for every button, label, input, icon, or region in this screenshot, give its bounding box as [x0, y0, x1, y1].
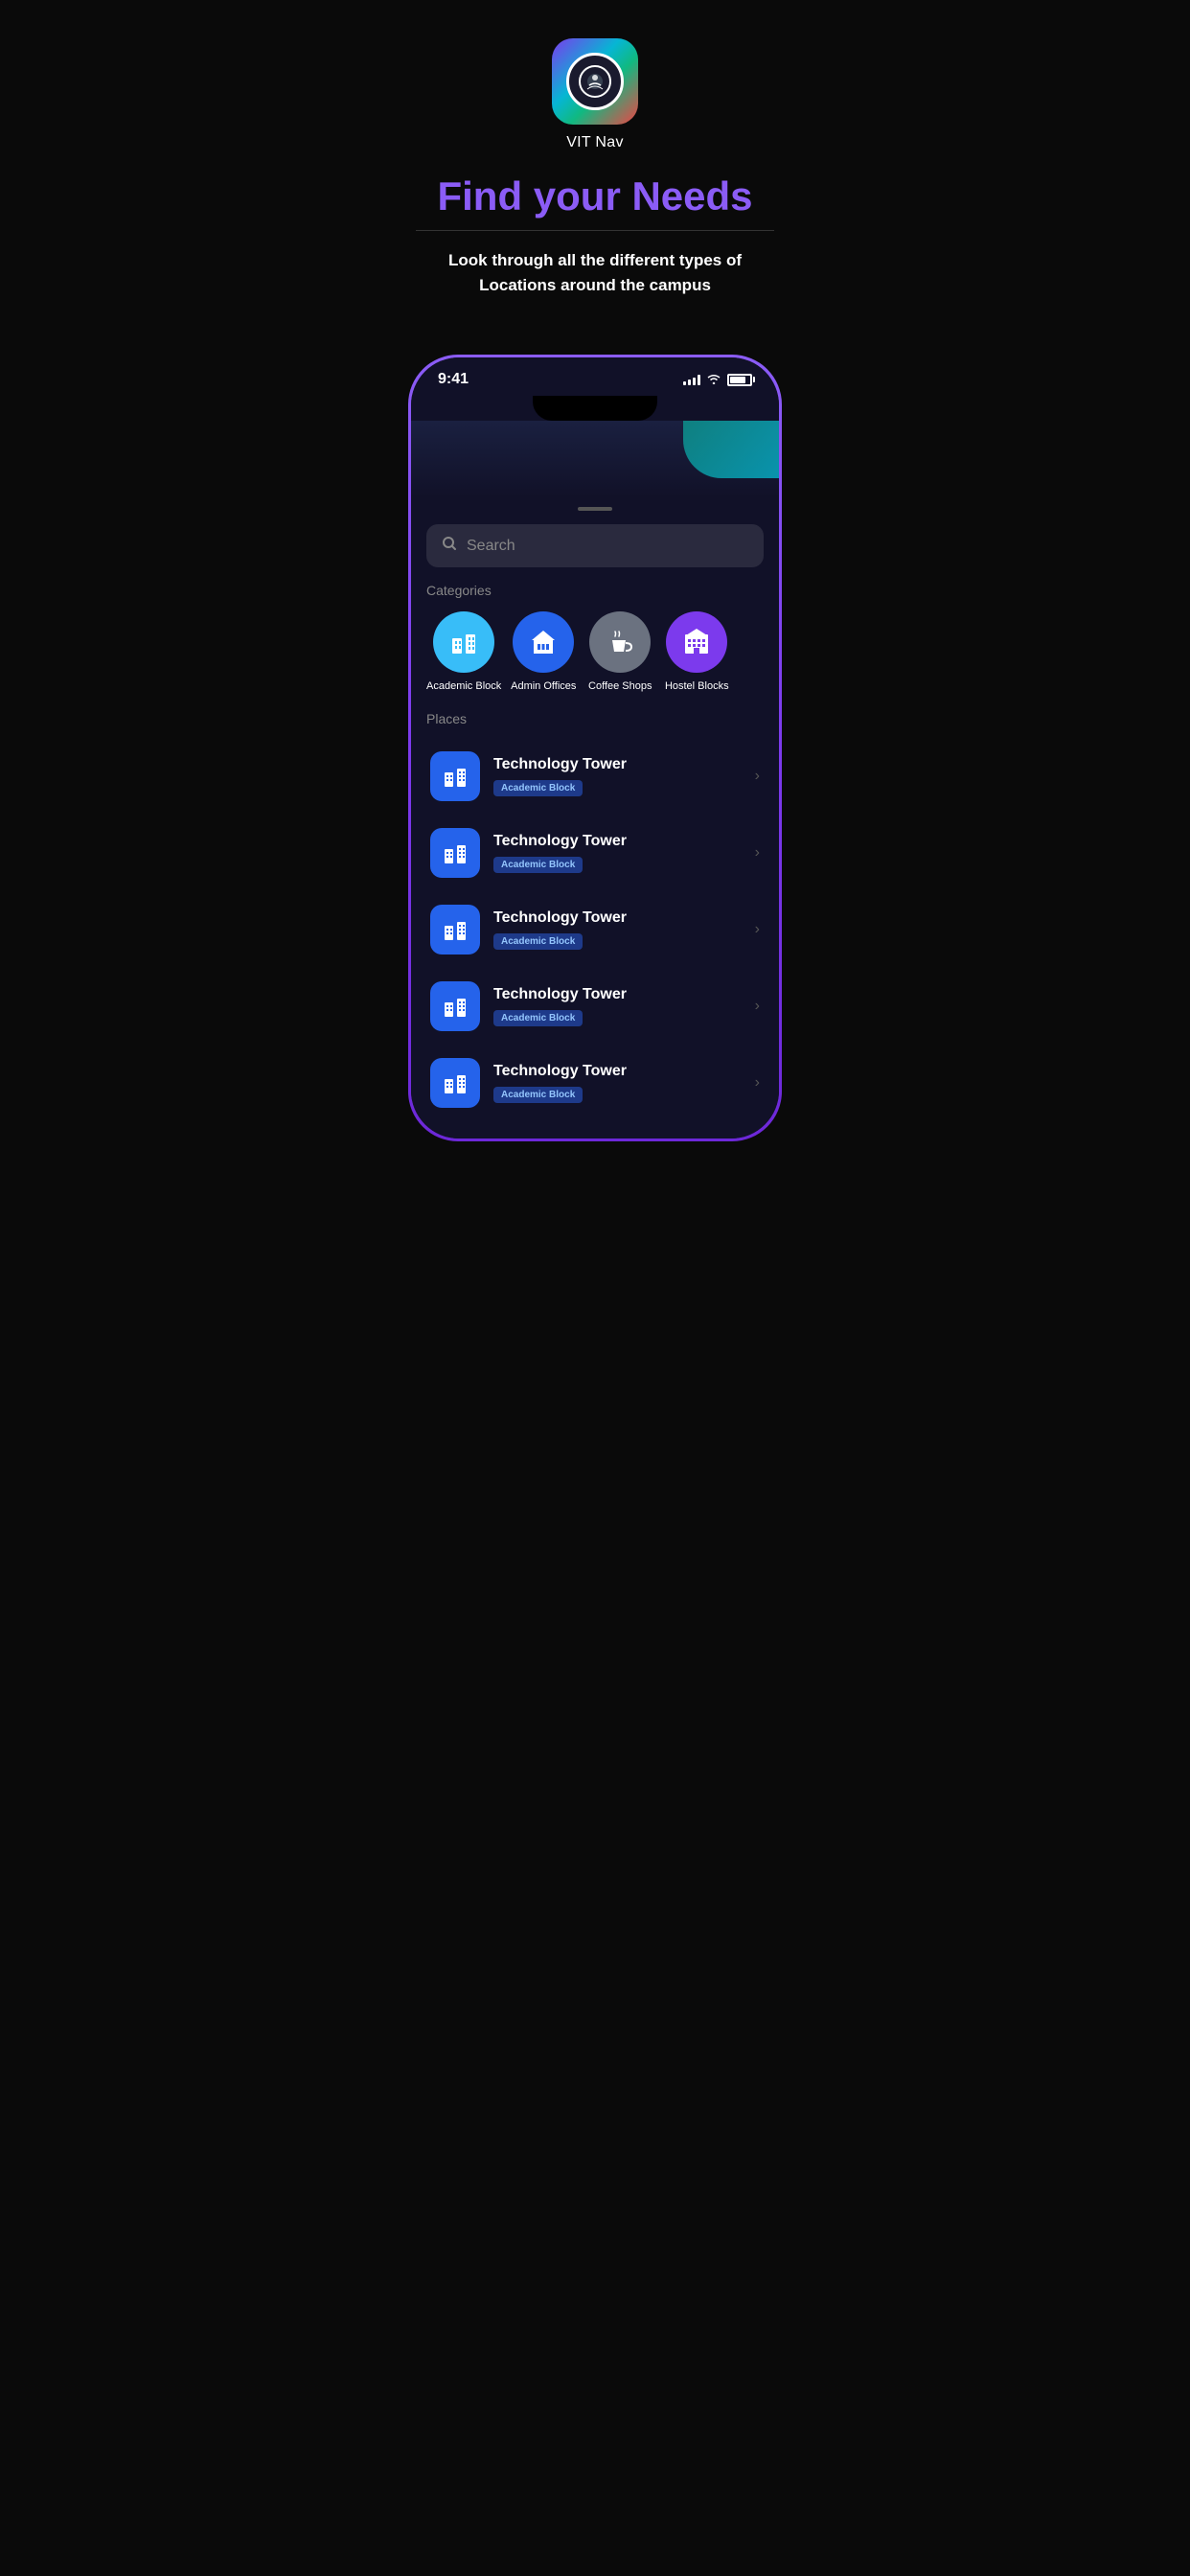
- place-name-4: Technology Tower: [493, 986, 742, 1003]
- app-logo: [552, 38, 638, 125]
- place-info-2: Technology Tower Academic Block: [493, 833, 742, 873]
- status-icons: [683, 372, 752, 387]
- wifi-icon: [706, 372, 721, 387]
- place-badge-4: Academic Block: [493, 1010, 583, 1026]
- place-item[interactable]: Technology Tower Academic Block ›: [419, 816, 771, 889]
- place-icon-3: [430, 905, 480, 954]
- category-circle-hostel: [666, 611, 727, 673]
- category-circle-coffee: [589, 611, 651, 673]
- header-section: VIT Nav Find your Needs Look through all…: [397, 0, 793, 355]
- signal-icon: [683, 374, 700, 385]
- place-info-1: Technology Tower Academic Block: [493, 756, 742, 796]
- category-academic-block[interactable]: Academic Block: [426, 611, 501, 692]
- headline-divider: [416, 230, 774, 231]
- categories-label: Categories: [411, 583, 779, 611]
- search-icon: [442, 536, 457, 556]
- place-building-icon: [442, 840, 469, 866]
- place-building-icon: [442, 1070, 469, 1096]
- category-circle-admin: [513, 611, 574, 673]
- coffee-icon: [605, 627, 635, 657]
- place-info-5: Technology Tower Academic Block: [493, 1063, 742, 1103]
- place-building-icon: [442, 916, 469, 943]
- place-badge-2: Academic Block: [493, 857, 583, 873]
- place-building-icon: [442, 763, 469, 790]
- place-badge-5: Academic Block: [493, 1087, 583, 1103]
- page-headline: Find your Needs: [437, 174, 752, 218]
- app-name: VIT Nav: [566, 134, 624, 151]
- category-label-coffee: Coffee Shops: [588, 680, 652, 692]
- place-name-3: Technology Tower: [493, 909, 742, 927]
- place-item[interactable]: Technology Tower Academic Block ›: [419, 893, 771, 966]
- place-item[interactable]: Technology Tower Academic Block ›: [419, 1046, 771, 1119]
- place-icon-2: [430, 828, 480, 878]
- places-list: Technology Tower Academic Block ›: [411, 740, 779, 1119]
- place-name-1: Technology Tower: [493, 756, 742, 773]
- place-item[interactable]: Technology Tower Academic Block ›: [419, 740, 771, 813]
- chevron-right-icon: ›: [755, 921, 760, 938]
- place-icon-1: [430, 751, 480, 801]
- categories-row: Academic Block Admin Off: [411, 611, 779, 711]
- search-placeholder: Search: [467, 538, 515, 555]
- place-item[interactable]: Technology Tower Academic Block ›: [419, 970, 771, 1043]
- buildings-icon: [448, 627, 479, 657]
- category-circle-academic: [433, 611, 494, 673]
- places-label: Places: [411, 711, 779, 740]
- logo-svg: [578, 64, 612, 99]
- status-bar: 9:41: [411, 357, 779, 396]
- category-hostel-blocks[interactable]: Hostel Blocks: [662, 611, 731, 692]
- place-badge-3: Academic Block: [493, 933, 583, 950]
- category-admin-offices[interactable]: Admin Offices: [509, 611, 578, 692]
- hostel-icon: [681, 627, 712, 657]
- chevron-right-icon: ›: [755, 998, 760, 1015]
- page-subtitle: Look through all the different types of …: [416, 248, 774, 297]
- chevron-right-icon: ›: [755, 768, 760, 785]
- place-info-3: Technology Tower Academic Block: [493, 909, 742, 950]
- place-name-2: Technology Tower: [493, 833, 742, 850]
- phone-bg: [411, 421, 779, 497]
- category-coffee-shops[interactable]: Coffee Shops: [585, 611, 654, 692]
- place-building-icon: [442, 993, 469, 1020]
- category-label-academic: Academic Block: [426, 680, 501, 692]
- drag-indicator: [411, 497, 779, 517]
- phone-mockup: 9:41: [408, 355, 782, 1141]
- notch: [533, 396, 657, 421]
- chevron-right-icon: ›: [755, 844, 760, 862]
- place-info-4: Technology Tower Academic Block: [493, 986, 742, 1026]
- status-time: 9:41: [438, 371, 469, 388]
- search-bar[interactable]: Search: [426, 524, 764, 567]
- place-badge-1: Academic Block: [493, 780, 583, 796]
- category-label-hostel: Hostel Blocks: [665, 680, 729, 692]
- category-label-admin: Admin Offices: [511, 680, 576, 692]
- place-icon-5: [430, 1058, 480, 1108]
- search-container: Search: [411, 517, 779, 583]
- notch-area: [411, 396, 779, 421]
- place-icon-4: [430, 981, 480, 1031]
- place-name-5: Technology Tower: [493, 1063, 742, 1080]
- battery-icon: [727, 374, 752, 386]
- chevron-right-icon: ›: [755, 1074, 760, 1092]
- phone-content: Search Categories: [411, 497, 779, 1138]
- drag-pill: [578, 507, 612, 511]
- bank-icon: [528, 627, 559, 657]
